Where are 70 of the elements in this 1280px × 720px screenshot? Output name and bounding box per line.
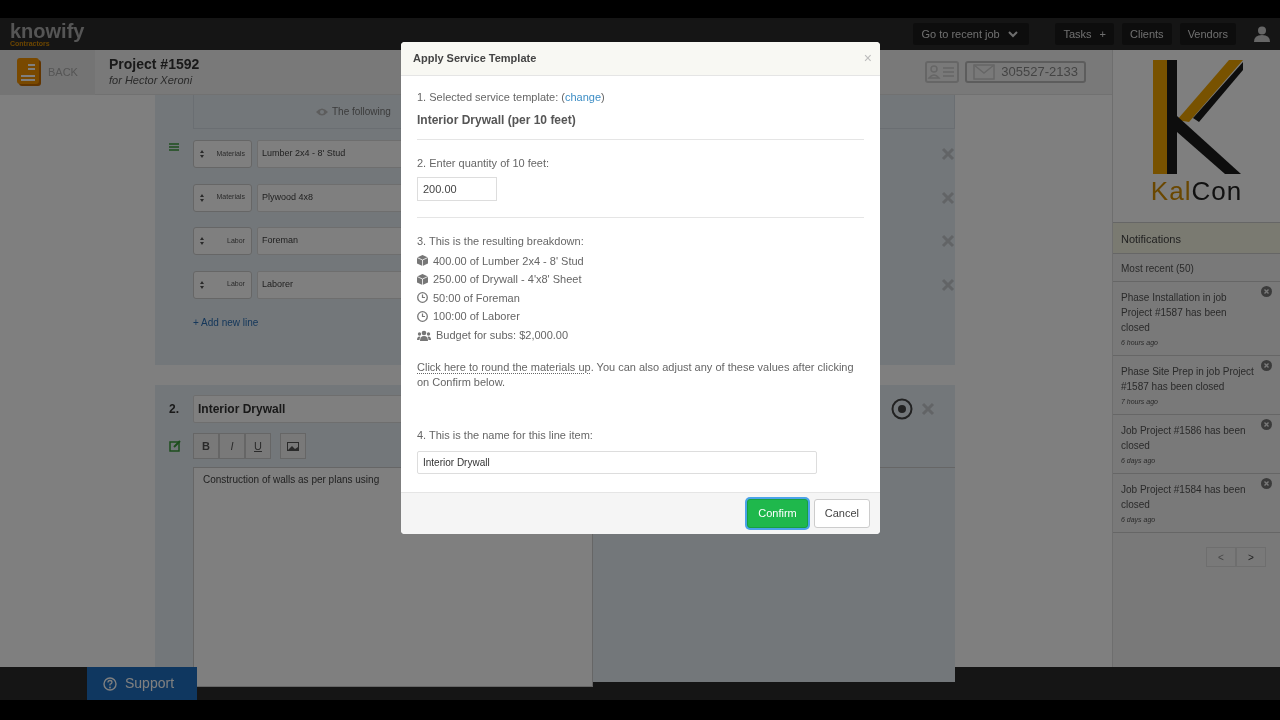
image-button[interactable] — [280, 433, 306, 459]
round-up-link[interactable]: Click here to round the materials up — [417, 361, 591, 374]
step-label: 1. Selected service template: (change) — [417, 90, 606, 105]
target-icon[interactable] — [891, 398, 913, 420]
instructions-text: Click here to round the materials up. You can also adjust any of these values after clicking on Confirm below. — [417, 360, 855, 391]
breakdown-item: Budget for subs: $2,000.00 — [436, 327, 569, 343]
add-line-link[interactable]: + Add new line — [193, 314, 259, 330]
add-task-button[interactable]: + — [1099, 25, 1106, 43]
edit-icon[interactable] — [169, 440, 181, 452]
notification-text: Phase Site Prep in job Project #1587 has been closed — [1121, 365, 1255, 394]
quantity-field[interactable]: 200.00 — [417, 177, 497, 201]
help-icon — [103, 676, 117, 691]
template-name: Interior Drywall (per 10 feet) — [417, 111, 577, 129]
notification-text: Job Project #1584 has been closed — [1121, 483, 1247, 512]
format-button[interactable]: I — [219, 433, 245, 459]
dismiss-icon[interactable] — [1261, 478, 1272, 489]
vendors-button[interactable]: Vendors — [1179, 23, 1236, 45]
drag-handle-icon[interactable] — [169, 143, 179, 151]
sort-icon — [200, 237, 204, 245]
notice-text: The following — [332, 105, 391, 119]
format-button[interactable]: B — [193, 433, 219, 459]
clients-button[interactable]: Clients — [1122, 23, 1172, 45]
clock-icon — [417, 292, 428, 304]
line-number: 2. — [169, 401, 180, 418]
step-label: 3. This is the resulting breakdown: — [417, 234, 585, 249]
step-label: 4. This is the name for this line item: — [417, 428, 594, 444]
users-icon — [417, 329, 431, 341]
close-icon[interactable] — [941, 277, 955, 292]
sort-icon — [200, 193, 204, 202]
tasks-link[interactable]: Tasks — [1063, 25, 1092, 43]
chevron-down-icon — [1007, 30, 1018, 38]
dismiss-icon[interactable] — [1261, 360, 1272, 371]
close-icon[interactable] — [941, 234, 955, 248]
image-icon — [287, 441, 299, 451]
dismiss-icon[interactable] — [1261, 419, 1272, 430]
support-button[interactable]: Support — [87, 667, 197, 700]
sort-icon — [200, 150, 204, 158]
dismiss-icon[interactable] — [1261, 286, 1272, 297]
project-title: Project #1592 — [109, 55, 200, 72]
dialog-title: Apply Service Template — [413, 51, 537, 67]
clock-icon — [417, 311, 428, 323]
breakdown-item: 250.00 of Drywall - 4'x8' Sheet — [433, 272, 582, 288]
brand-name: KalCon — [1150, 176, 1243, 206]
breakdown-item: 100:00 of Laborer — [433, 309, 520, 325]
line-name-field[interactable]: Interior Drywall — [417, 450, 817, 474]
user-icon[interactable] — [1254, 26, 1270, 42]
notifications-filter[interactable]: Most recent (50) — [1113, 254, 1280, 282]
format-button[interactable]: U — [245, 433, 271, 459]
envelope-icon — [973, 64, 996, 80]
project-client: for Hector Xeroni — [109, 72, 194, 88]
breakdown-item: 50:00 of Foreman — [433, 290, 520, 306]
step-label: 2. Enter quantity of 10 feet: — [417, 155, 551, 171]
confirm-button[interactable]: Confirm — [747, 499, 808, 528]
notifications-header: Notifications — [1113, 222, 1280, 254]
pager-button[interactable]: > — [1236, 547, 1266, 567]
sort-icon — [200, 280, 204, 289]
box-icon — [417, 255, 428, 267]
invoice-icon — [16, 57, 42, 87]
recent-job-dropdown[interactable]: Go to recent job — [913, 23, 1030, 45]
eye-icon — [316, 107, 328, 116]
notification-text: Phase Installation in job Project #1587 has been closed — [1121, 291, 1228, 335]
cancel-button[interactable]: Cancel — [813, 499, 870, 528]
description-text: Construction of walls as per plans using — [203, 474, 380, 485]
breakdown-item: 400.00 of Lumber 2x4 - 8' Stud — [433, 253, 584, 269]
pager-button[interactable]: < — [1206, 547, 1236, 567]
box-icon — [417, 273, 428, 285]
notification-text: Job Project #1586 has been closed — [1121, 424, 1247, 453]
close-icon[interactable] — [941, 190, 955, 205]
close-icon[interactable] — [941, 147, 955, 161]
logo[interactable]: knowify — [10, 21, 85, 40]
